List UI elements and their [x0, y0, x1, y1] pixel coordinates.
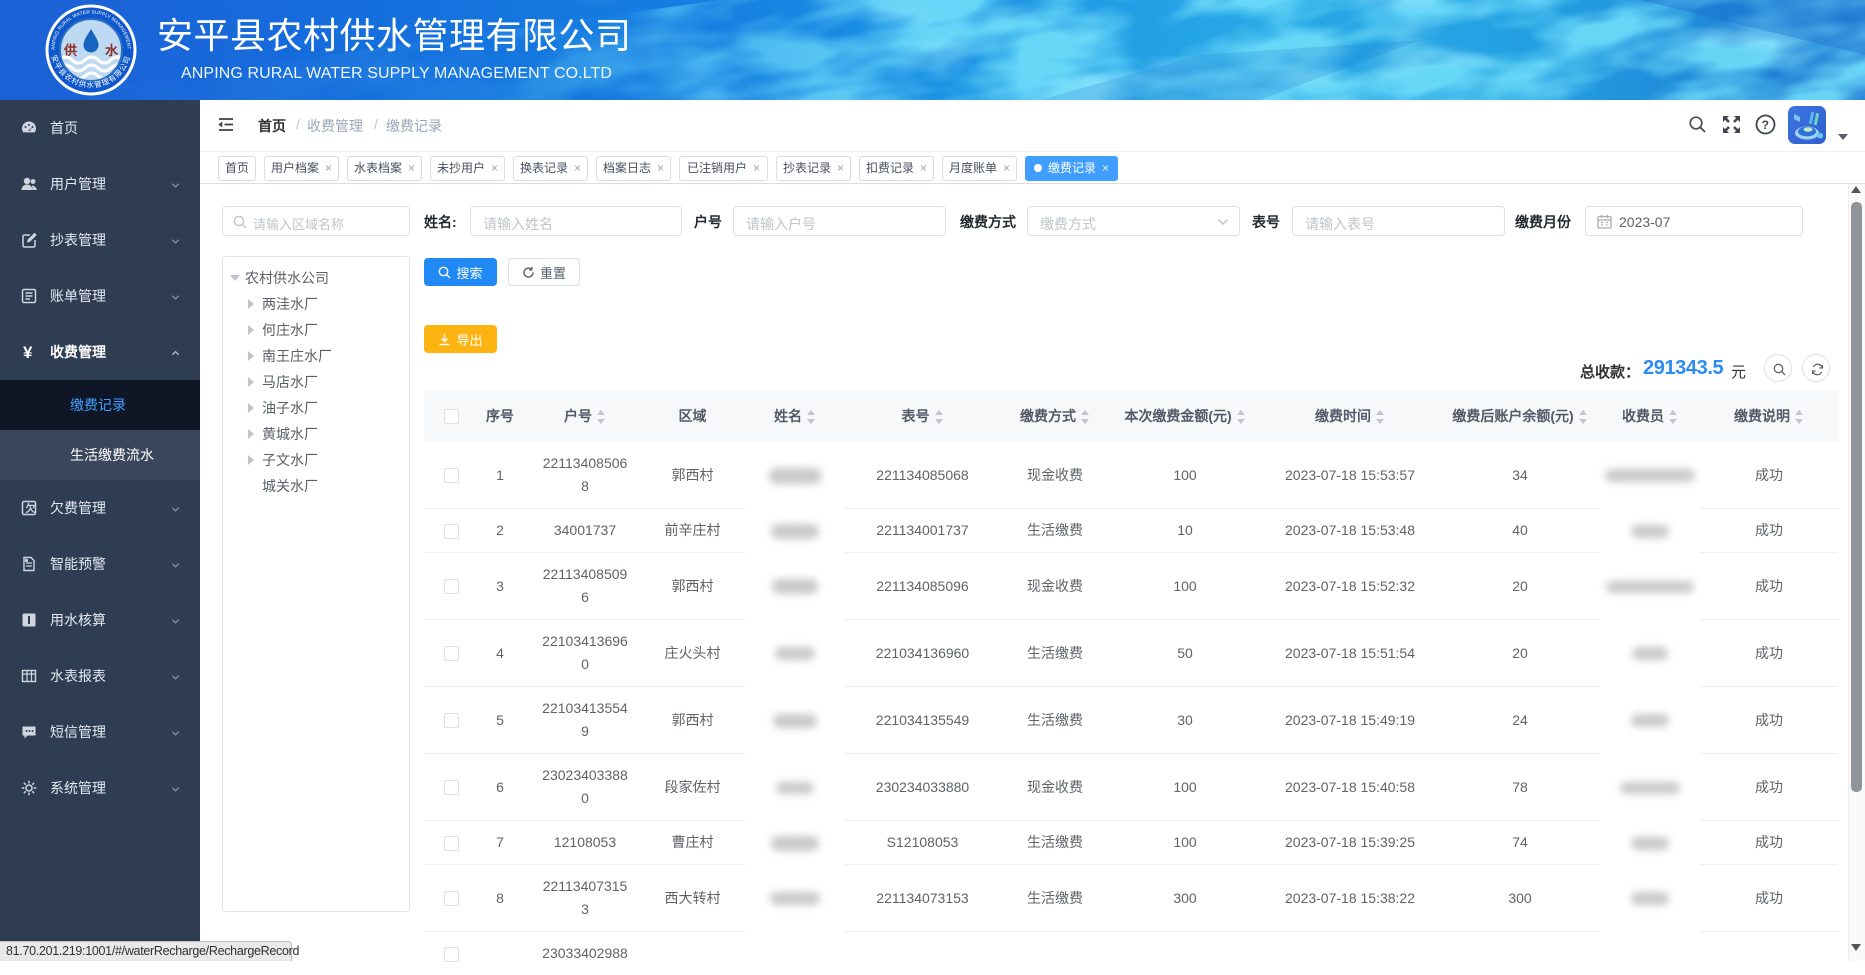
- svg-text:?: ?: [1762, 118, 1769, 132]
- svg-text:¥: ¥: [23, 343, 33, 361]
- svg-text:欠: 欠: [26, 502, 36, 515]
